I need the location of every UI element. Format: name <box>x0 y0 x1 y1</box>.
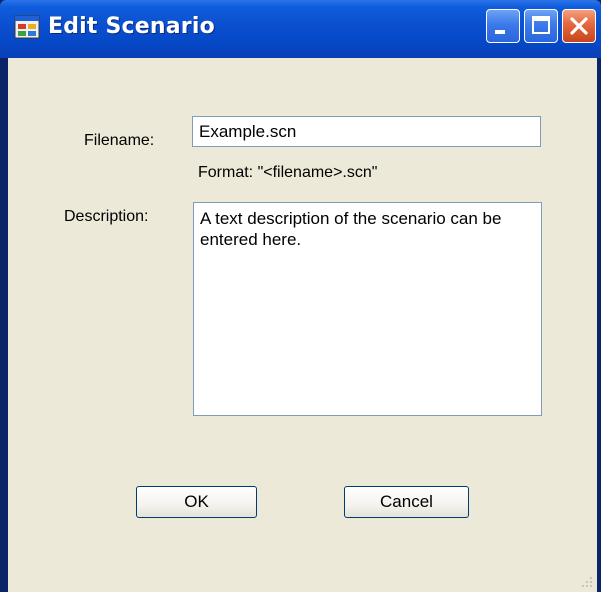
dialog-body: Filename: Format: "<filename>.scn" Descr… <box>8 58 597 592</box>
close-icon <box>570 17 588 35</box>
maximize-icon <box>532 16 550 34</box>
application-window-icon[interactable] <box>14 14 40 40</box>
format-hint: Format: "<filename>.scn" <box>198 164 378 181</box>
window-title: Edit Scenario <box>48 14 215 39</box>
resize-grip-icon[interactable] <box>581 576 593 588</box>
edit-scenario-window: Edit Scenario Filename: Format: "<filena… <box>0 0 601 592</box>
description-textarea[interactable]: A text description of the scenario can b… <box>193 202 542 416</box>
filename-input[interactable] <box>192 116 541 147</box>
title-bar[interactable]: Edit Scenario <box>0 0 601 58</box>
close-button[interactable] <box>562 9 596 43</box>
description-label: Description: <box>64 208 149 225</box>
ok-button[interactable]: OK <box>136 486 257 518</box>
minimize-icon <box>495 30 505 34</box>
filename-label: Filename: <box>84 132 155 149</box>
maximize-button[interactable] <box>524 9 558 43</box>
cancel-button[interactable]: Cancel <box>344 486 469 518</box>
minimize-button[interactable] <box>486 9 520 43</box>
